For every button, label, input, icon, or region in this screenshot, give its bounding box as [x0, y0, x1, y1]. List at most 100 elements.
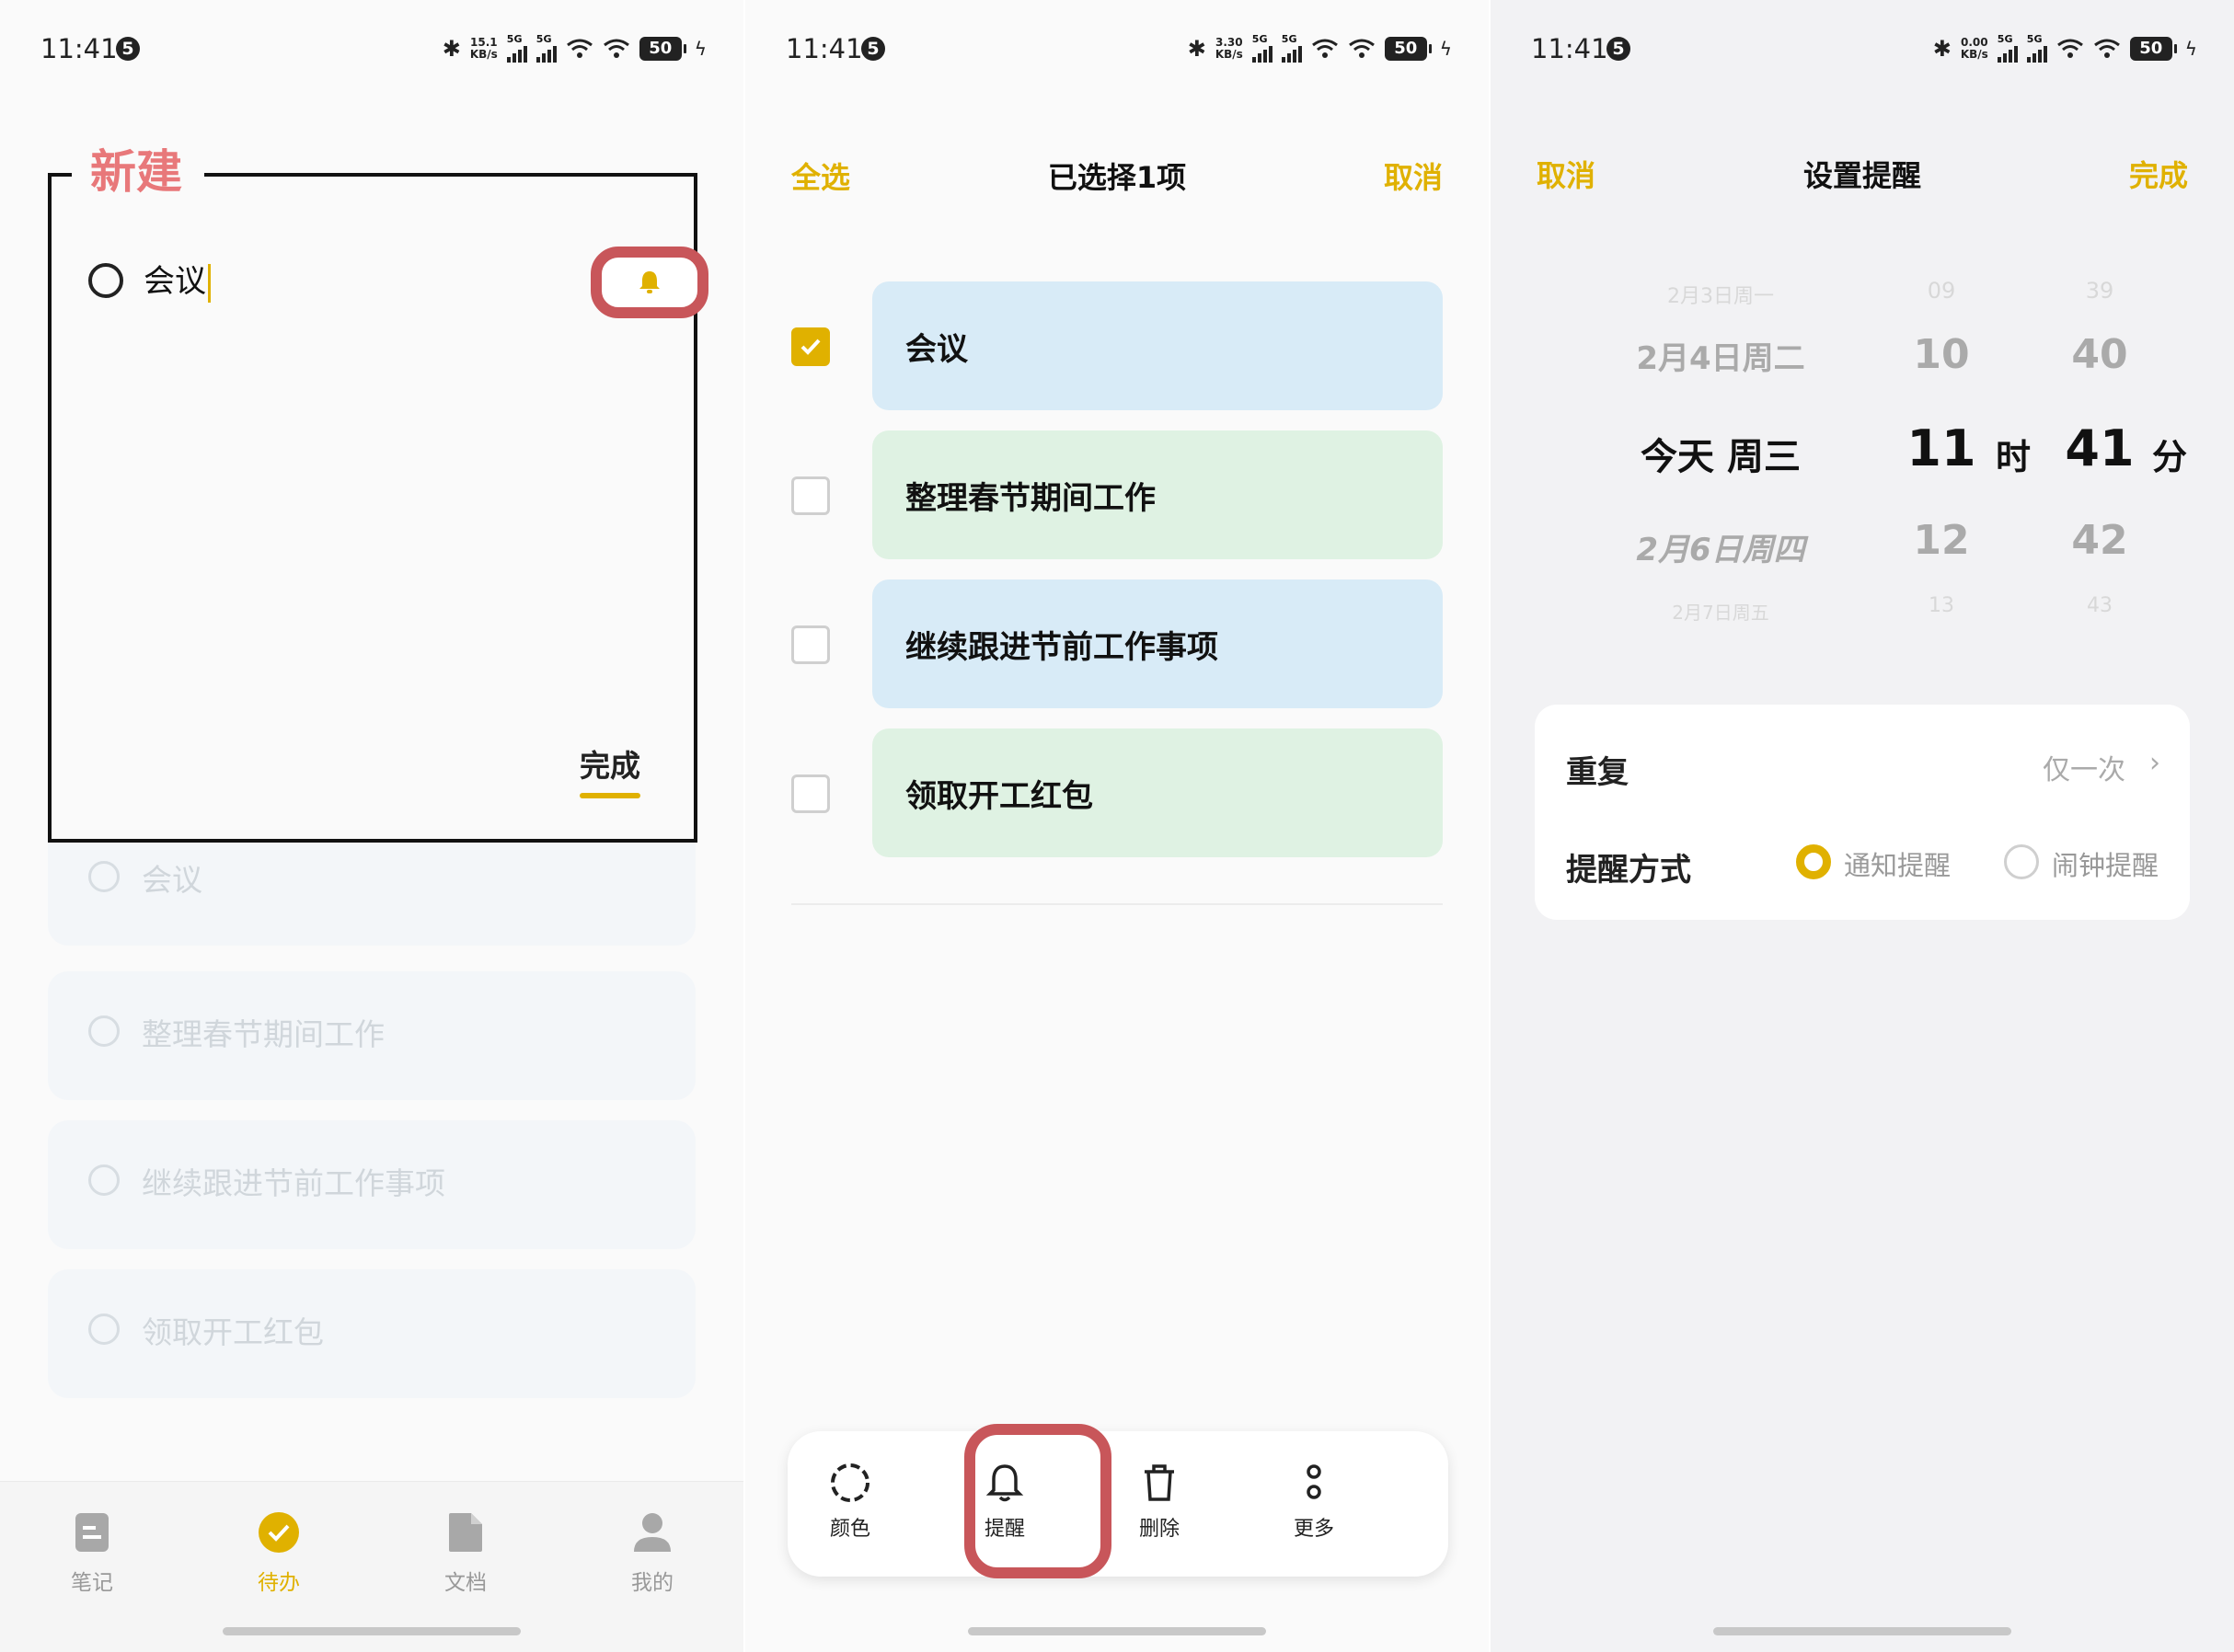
status-time: 11:41: [786, 33, 863, 64]
todo-card[interactable]: 会议: [872, 281, 1443, 410]
status-icons: ✱ 15.1 KB/s 5G 5G 50 ϟ: [442, 34, 707, 63]
alarm-label[interactable]: 闹钟提醒: [2052, 844, 2159, 883]
picker-date-item[interactable]: 2月4日周二: [1583, 333, 1859, 378]
status-icons: ✱ 0.00 KB/s 5G 5G 50 ϟ: [1933, 34, 2197, 63]
new-todo-dialog: 新建 会议 完成: [48, 140, 708, 843]
home-indicator[interactable]: [1713, 1627, 2011, 1635]
picker-hour-item[interactable]: 12: [1895, 517, 1987, 564]
signal-icon: 5G: [535, 34, 557, 63]
panel-new-todo: 11:41 5 ✱ 15.1 KB/s 5G 5G 50 ϟ 会议 整理春节期间工…: [0, 0, 743, 1652]
list-item[interactable]: 整理春节期间工作: [791, 430, 1443, 559]
picker-minute-item[interactable]: 42: [2054, 517, 2146, 564]
signal-icon: 5G: [2026, 34, 2047, 63]
charging-icon: ϟ: [1439, 38, 1452, 60]
datetime-picker[interactable]: 2月3日周一 2月4日周二 今天 周三 2月6日周四 2月7日周五 09 10 …: [1491, 258, 2234, 644]
todo-input[interactable]: 会议: [144, 256, 211, 303]
list-item: 领取开工红包: [48, 1269, 696, 1398]
highlight-annotation: [964, 1424, 1111, 1578]
repeat-label: 重复: [1566, 754, 1629, 791]
checkbox-circle-icon[interactable]: [88, 263, 123, 298]
person-icon: [634, 1513, 671, 1552]
color-ring-icon: [831, 1463, 869, 1502]
picker-date-selected[interactable]: 今天 周三: [1583, 427, 1859, 480]
done-underline: [580, 793, 640, 798]
picker-date-item[interactable]: 2月3日周一: [1583, 280, 1859, 309]
picker-hour-selected[interactable]: 11: [1895, 419, 1987, 477]
more-icon: [1307, 1464, 1321, 1499]
status-time: 11:41: [1531, 33, 1608, 64]
picker-date-item[interactable]: 2月6日周四: [1583, 524, 1859, 569]
checkbox[interactable]: [791, 327, 830, 366]
tab-notes[interactable]: 笔记: [46, 1511, 138, 1596]
reminder-settings-card: 重复 仅一次 › 提醒方式 通知提醒 闹钟提醒: [1535, 705, 2190, 920]
chevron-right-icon[interactable]: ›: [2149, 747, 2160, 779]
notification-badge: 5: [116, 37, 140, 61]
bell-icon: [639, 271, 660, 293]
document-icon: [449, 1513, 482, 1552]
checkbox-circle-icon: [88, 1164, 120, 1196]
list-item[interactable]: 会议: [791, 281, 1443, 410]
tab-todo[interactable]: 待办: [233, 1511, 325, 1596]
battery-icon: 50: [639, 37, 686, 61]
checkbox[interactable]: [791, 625, 830, 664]
cancel-button[interactable]: 取消: [1384, 155, 1443, 197]
status-icons: ✱ 3.30 KB/s 5G 5G 50 ϟ: [1188, 34, 1452, 63]
home-indicator[interactable]: [223, 1627, 521, 1635]
picker-minute-selected[interactable]: 41: [2054, 419, 2146, 477]
check-icon: [800, 338, 821, 355]
checkbox[interactable]: [791, 476, 830, 515]
more-button[interactable]: 更多: [1268, 1461, 1360, 1542]
signal-icon: 5G: [506, 34, 527, 63]
text-caret: [208, 263, 211, 303]
done-button[interactable]: 完成: [2129, 153, 2188, 195]
method-label: 提醒方式: [1566, 852, 1691, 889]
net-speed: 0.00 KB/s: [1960, 36, 1988, 61]
checkbox-circle-icon: [88, 1314, 120, 1345]
wifi-icon: [603, 39, 629, 58]
repeat-value[interactable]: 仅一次: [2043, 747, 2125, 787]
new-label: 新建: [90, 145, 182, 199]
done-button[interactable]: 完成: [580, 741, 640, 798]
delete-button[interactable]: 删除: [1113, 1461, 1205, 1542]
home-indicator[interactable]: [968, 1627, 1266, 1635]
picker-minute-item[interactable]: 40: [2054, 331, 2146, 378]
wifi-icon: [2093, 39, 2120, 58]
tab-profile[interactable]: 我的: [606, 1511, 698, 1596]
battery-icon: 50: [2129, 37, 2177, 61]
wifi-icon: [1311, 39, 1338, 58]
bluetooth-icon: ✱: [442, 36, 461, 62]
picker-minute-item[interactable]: 43: [2054, 594, 2146, 617]
picker-minute-item[interactable]: 39: [2054, 278, 2146, 304]
bottom-tab-bar: 笔记 待办 文档 我的: [0, 1481, 743, 1652]
list-item[interactable]: 继续跟进节前工作事项: [791, 579, 1443, 708]
checkbox[interactable]: [791, 774, 830, 813]
picker-hour-item[interactable]: 10: [1895, 331, 1987, 378]
picker-date-item[interactable]: 2月7日周五: [1583, 598, 1859, 625]
picker-hour-item[interactable]: 13: [1895, 594, 1987, 617]
selection-header: 已选择1项 全选 取消: [745, 147, 1489, 202]
tab-documents[interactable]: 文档: [420, 1511, 512, 1596]
picker-hour-item[interactable]: 09: [1895, 278, 1987, 304]
battery-icon: 50: [1384, 37, 1432, 61]
list-item[interactable]: 领取开工红包: [791, 728, 1443, 857]
trash-icon: [1145, 1464, 1174, 1501]
todo-card[interactable]: 领取开工红包: [872, 728, 1443, 857]
notify-label[interactable]: 通知提醒: [1844, 844, 1951, 883]
note-icon: [75, 1513, 109, 1552]
list-item: 整理春节期间工作: [48, 971, 696, 1100]
status-bar: 11:41 5 ✱ 15.1 KB/s 5G 5G 50 ϟ: [0, 26, 743, 72]
todo-card[interactable]: 整理春节期间工作: [872, 430, 1443, 559]
notify-radio[interactable]: [1796, 844, 1831, 879]
color-button[interactable]: 颜色: [804, 1461, 896, 1542]
reminder-button[interactable]: [591, 247, 708, 318]
cancel-button[interactable]: 取消: [1537, 153, 1595, 195]
minute-unit: 分: [2151, 437, 2187, 477]
checkbox-circle-icon: [88, 861, 120, 892]
net-speed: 3.30 KB/s: [1215, 36, 1243, 61]
signal-icon: 5G: [1251, 34, 1272, 63]
todo-card[interactable]: 继续跟进节前工作事项: [872, 579, 1443, 708]
notification-badge: 5: [1606, 37, 1630, 61]
alarm-radio[interactable]: [2004, 844, 2039, 879]
select-all-button[interactable]: 全选: [791, 155, 850, 197]
checkbox-circle-icon: [88, 1015, 120, 1047]
